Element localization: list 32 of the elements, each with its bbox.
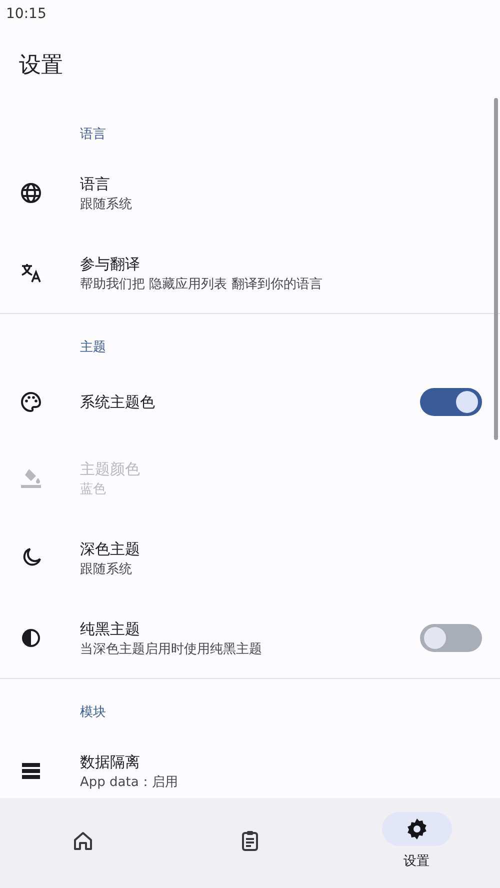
item-title: 主题颜色 <box>80 458 140 480</box>
settings-item[interactable]: 纯黑主题 当深色主题启用时使用纯黑主题 <box>0 598 500 678</box>
item-title: 纯黑主题 <box>80 618 140 640</box>
translate-icon <box>19 261 43 285</box>
contrast-icon <box>19 626 43 650</box>
item-subtitle: 帮助我们把 隐藏应用列表 翻译到你的语言 <box>80 276 322 294</box>
section-header: 语言 <box>80 126 106 144</box>
settings-item[interactable]: 深色主题 跟随系统 <box>0 518 500 598</box>
item-title: 数据隔离 <box>80 752 140 772</box>
settings-item[interactable]: 语言 跟随系统 <box>0 153 500 233</box>
status-time: 10:15 <box>6 6 46 22</box>
paint-bucket-icon <box>19 466 43 490</box>
settings-item[interactable]: 数据隔离 App data：启用 <box>0 731 500 798</box>
globe-icon <box>19 181 43 205</box>
settings-item[interactable]: 参与翻译 帮助我们把 隐藏应用列表 翻译到你的语言 <box>0 233 500 313</box>
item-subtitle: 蓝色 <box>80 480 106 498</box>
page-title: 设置 <box>18 52 64 80</box>
item-subtitle: 当深色主题启用时使用纯黑主题 <box>80 640 262 658</box>
section-header: 主题 <box>80 339 106 357</box>
settings-icon <box>404 817 429 841</box>
settings-item[interactable]: 系统主题色 <box>0 366 500 438</box>
item-subtitle: 跟随系统 <box>80 196 132 214</box>
item-title: 参与翻译 <box>80 254 140 274</box>
item-subtitle: 跟随系统 <box>80 560 132 578</box>
item-title: 深色主题 <box>80 538 140 560</box>
toggle-switch[interactable] <box>420 624 482 652</box>
item-subtitle: App data：启用 <box>80 774 178 792</box>
palette-icon <box>19 390 43 414</box>
item-title: 语言 <box>80 174 110 194</box>
section-header: 模块 <box>80 704 106 722</box>
item-title: 系统主题色 <box>80 392 155 413</box>
toggle-switch[interactable] <box>420 388 482 416</box>
